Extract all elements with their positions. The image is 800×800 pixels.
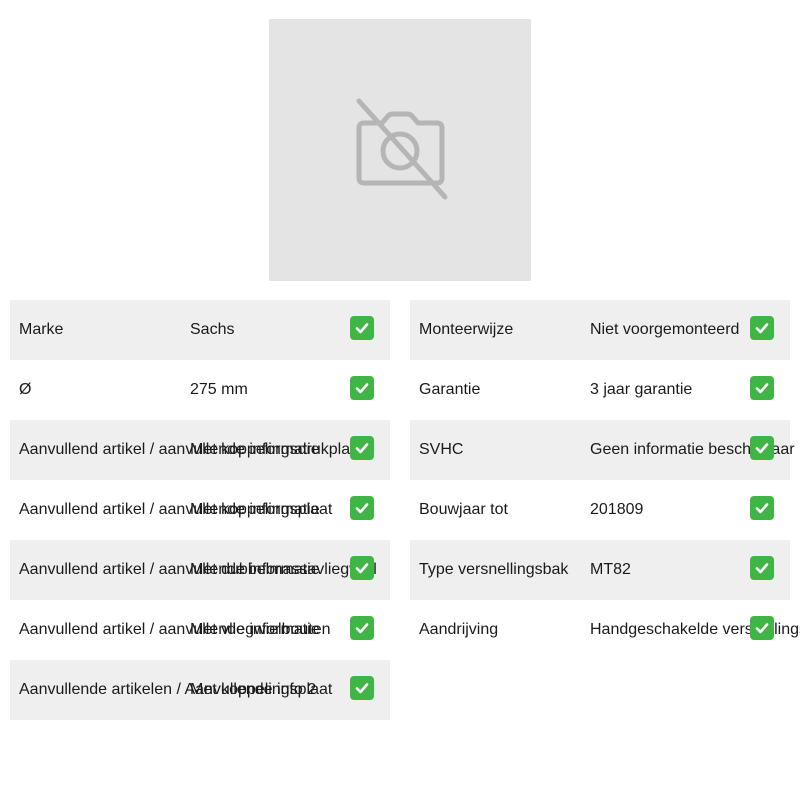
check-icon	[750, 376, 774, 400]
spec-label: Ø	[19, 381, 32, 398]
spec-label: Bouwjaar tot	[419, 501, 508, 518]
check-icon	[350, 316, 374, 340]
spec-value: MT82	[590, 561, 631, 578]
spec-value: Met vliegwielbouten	[190, 621, 331, 638]
check-icon	[350, 676, 374, 700]
spec-row: Marke Sachs	[10, 300, 390, 360]
check-icon	[350, 556, 374, 580]
check-icon	[350, 616, 374, 640]
check-icon	[350, 436, 374, 460]
no-image-camera-icon	[356, 98, 448, 200]
spec-row: Monteerwijze Niet voorgemonteerd	[410, 300, 790, 360]
check-icon	[350, 496, 374, 520]
spec-label: SVHC	[419, 441, 464, 458]
spec-row: AandrijvingHandgeschakelde versnellingsb…	[410, 600, 800, 660]
spec-table-left: Marke Sachs Ø 275 mm Aanvullend artikel / aa…	[10, 300, 390, 720]
spec-row: Garantie 3 jaar garantie	[410, 360, 790, 420]
check-icon	[750, 316, 774, 340]
spec-label: Type versnellingsbak	[419, 561, 569, 578]
spec-value: Met koppelingsdrukplaat	[190, 441, 364, 458]
spec-row: Aanvullend artikel / aanvullende informa…	[10, 540, 390, 600]
spec-row: Bouwjaar tot 201809	[410, 480, 790, 540]
spec-row: Type versnellingsbak MT82	[410, 540, 790, 600]
spec-value: Sachs	[190, 321, 235, 338]
spec-value: Met koppelingsplaat	[190, 501, 333, 518]
spec-label: Aandrijving	[419, 621, 499, 638]
spec-row: SVHC Geen informatie beschikbaar	[410, 420, 795, 480]
spec-value: Met dubbelmassavliegwiel	[190, 561, 377, 578]
check-icon	[750, 556, 774, 580]
spec-row: Ø 275 mm	[10, 360, 390, 420]
spec-row: Aanvullend artikel / aanvullende informa…	[10, 600, 390, 660]
spec-row: Aanvullend artikel / aanvullende informa…	[10, 480, 390, 540]
product-image-placeholder	[269, 19, 531, 281]
spec-label: Garantie	[419, 381, 481, 398]
check-icon	[750, 436, 774, 460]
spec-value: 201809	[590, 501, 644, 518]
check-icon	[750, 496, 774, 520]
spec-value: Niet voorgemonteerd	[590, 321, 740, 338]
spec-value: 3 jaar garantie	[590, 381, 693, 398]
spec-label: Marke	[19, 321, 64, 338]
spec-value: Met koppelingsplaat	[190, 681, 333, 698]
check-icon	[750, 616, 774, 640]
spec-label: Monteerwijze	[419, 321, 514, 338]
spec-row: Aanvullend artikel / aanvullende informa…	[10, 420, 390, 480]
spec-row: Aanvullende artikelen / Aanvullende info…	[10, 660, 390, 720]
spec-value: 275 mm	[190, 381, 248, 398]
spec-table-right: Monteerwijze Niet voorgemonteerd Garantie 3…	[410, 300, 800, 660]
check-icon	[350, 376, 374, 400]
